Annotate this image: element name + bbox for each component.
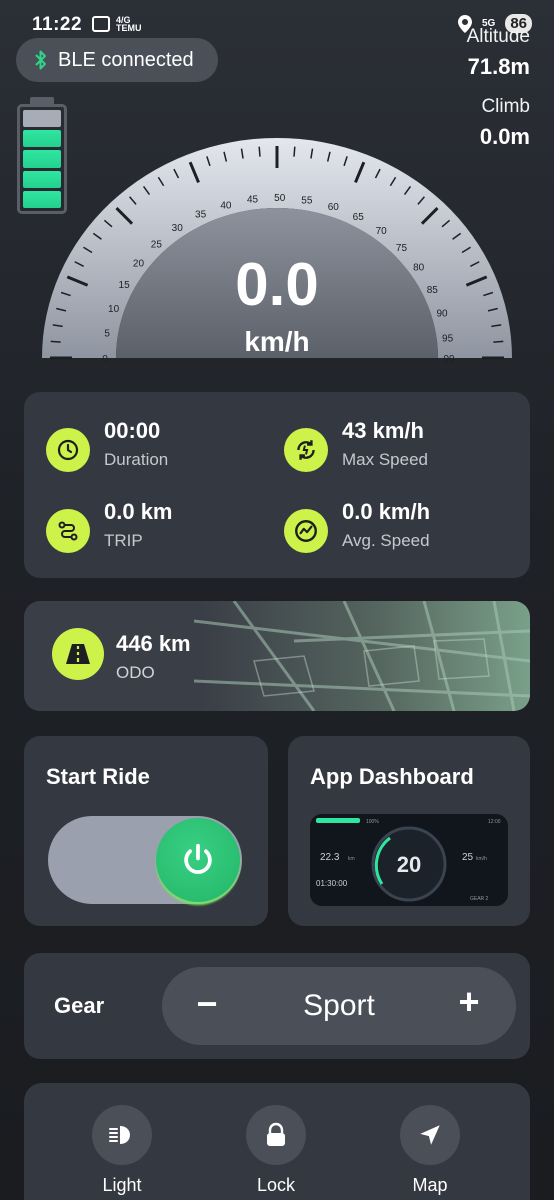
speedometer-tick-label: 50 [274,193,286,204]
start-ride-title: Start Ride [46,764,150,789]
status-time: 11:22 [32,14,83,35]
quick-controls-card: Light Lock Map [24,1083,530,1200]
dashboard-preview[interactable]: 100% 12:00 20 22.3 km 01:30:00 25 km/h G… [310,814,508,906]
speedometer-tick-label: 70 [376,226,388,237]
status-icons: 4/G TEMU [92,15,142,33]
light-control[interactable]: Light [82,1105,162,1196]
screenshot-icon [92,16,110,32]
preview-left-unit: km [348,856,355,862]
start-ride-toggle[interactable] [48,816,242,904]
road-icon [52,628,104,680]
stat-max-speed: 43 km/h Max Speed [284,418,428,472]
map-label: Map [412,1175,448,1195]
odo-label: ODO [116,663,155,682]
speedometer-tick-label: 30 [172,223,184,234]
climb-label: Climb [481,96,530,117]
stat-label: Duration [104,450,169,469]
ride-stats-card: 00:00 Duration 43 km/h Max Speed 0.0 km … [24,392,530,578]
map-button[interactable] [400,1105,460,1165]
map-control[interactable]: Map [390,1105,470,1196]
app-dashboard-title: App Dashboard [310,764,474,789]
speedometer-tick [258,146,261,157]
clock-icon [46,428,90,472]
stat-duration: 00:00 Duration [46,418,168,472]
odo-value: 446 km [116,631,191,656]
start-ride-card: Start Ride [24,736,268,926]
power-button[interactable] [156,818,240,902]
stat-value: 0.0 km [104,499,173,524]
preview-clock: 12:00 [488,819,501,825]
power-icon [184,843,212,874]
speedometer-tick-label: 60 [328,202,340,213]
stat-label: Avg. Speed [342,531,430,550]
bluetooth-icon [35,50,46,70]
preview-battery: 100% [366,819,379,825]
odo-card[interactable]: 446 km ODO [24,601,530,711]
speedometer-tick-label: 25 [151,239,163,250]
navigation-icon [420,1125,440,1145]
speed-value: 0.0 [235,251,319,318]
headlight-icon [109,1126,130,1144]
avg-speed-icon [284,509,328,553]
speedometer-tick-label: 55 [301,195,313,206]
preview-right-value: 25 [462,852,474,863]
gear-selector: − Sport + [162,967,516,1045]
preview-speed: 20 [397,852,421,877]
stat-value: 00:00 [104,418,161,443]
preview-right-unit: km/h [476,856,487,862]
light-label: Light [102,1175,142,1195]
speedometer-tick-label: 40 [220,200,232,211]
speedometer-tick-label: 45 [247,195,259,206]
lock-label: Lock [256,1175,296,1195]
map-background [194,601,530,711]
preview-left-value: 22.3 [320,852,340,863]
lock-icon [267,1122,285,1146]
temu-icon: 4/G TEMU [116,15,142,33]
battery-cap [30,97,54,104]
stat-value: 0.0 km/h [342,499,431,524]
altitude-value: 71.8m [467,54,530,79]
app-dashboard-card[interactable]: App Dashboard 100% 12:00 20 22.3 km 01:3… [288,736,530,926]
ble-status-label: BLE connected [58,48,194,71]
speedometer-tick [293,146,296,157]
speedometer-tick-label: 35 [195,210,207,221]
stat-trip: 0.0 km TRIP [46,499,173,553]
gear-label: Gear [54,993,105,1018]
speed-unit: km/h [244,326,310,357]
altitude-label: Altitude [466,26,530,47]
ble-status-pill[interactable]: BLE connected [16,38,218,82]
speedometer-tick-label: 65 [353,212,365,223]
lock-button[interactable] [246,1105,306,1165]
gear-increase-button[interactable]: + [452,981,486,1023]
stat-label: TRIP [104,531,143,550]
stat-label: Max Speed [342,450,428,469]
max-speed-icon [284,428,328,472]
stat-avg-speed: 0.0 km/h Avg. Speed [284,499,430,553]
lock-control[interactable]: Lock [236,1105,316,1196]
stat-value: 43 km/h [342,418,424,443]
gear-card: Gear − Sport + [24,953,530,1059]
preview-time: 01:30:00 [316,879,348,888]
preview-gear: GEAR 2 [470,896,489,902]
dashboard-preview-graphic: 100% 12:00 20 22.3 km 01:30:00 25 km/h G… [316,818,501,902]
light-button[interactable] [92,1105,152,1165]
route-icon [46,509,90,553]
battery-cell [23,110,61,128]
